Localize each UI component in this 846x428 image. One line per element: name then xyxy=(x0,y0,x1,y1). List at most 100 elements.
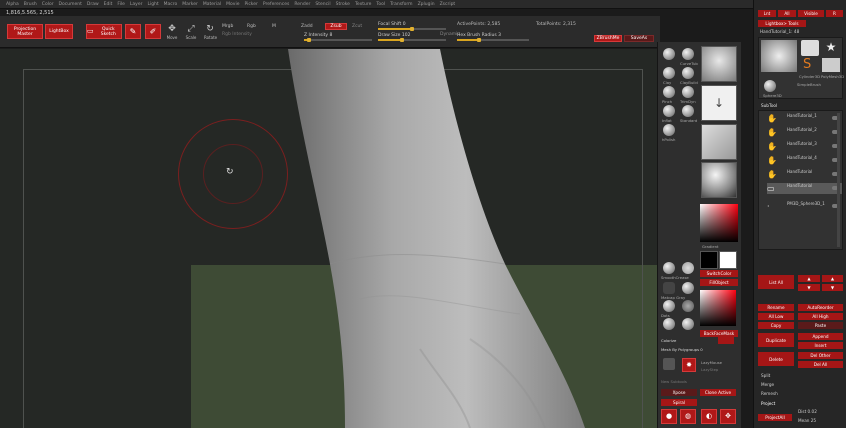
material-swatch-4[interactable] xyxy=(663,300,675,312)
menu-material[interactable]: Material xyxy=(203,2,221,7)
tab-visible[interactable]: Visible xyxy=(798,10,824,17)
move-up-button[interactable]: ▲ xyxy=(798,275,820,282)
stroke-preview[interactable]: ↓ xyxy=(701,85,737,121)
material-swatch-7[interactable] xyxy=(682,318,694,330)
subtool-row-3[interactable]: ✋ HandTutorial_4 xyxy=(767,155,842,166)
menu-light[interactable]: Light xyxy=(147,2,158,7)
tab-all[interactable]: All xyxy=(778,10,796,17)
colorize-toggle[interactable] xyxy=(718,337,734,344)
material-swatch-5[interactable] xyxy=(682,300,694,312)
menu-transform[interactable]: Transform xyxy=(390,2,412,7)
thumb-cylinder[interactable] xyxy=(801,40,819,56)
subtool-row-1[interactable]: ✋ HandTutorial_2 xyxy=(767,127,842,138)
color-picker-secondary[interactable] xyxy=(700,290,736,326)
copy-button[interactable]: Copy xyxy=(758,322,794,329)
move-up-alt-button[interactable]: ▲ xyxy=(822,275,843,282)
menu-file[interactable]: File xyxy=(117,2,125,7)
move-down-button[interactable]: ▼ xyxy=(798,284,820,291)
thumb-star[interactable]: ★ xyxy=(822,40,840,56)
mesh-polygroups-label[interactable]: Mesh By Polygroups 0 xyxy=(661,347,703,352)
solo-button[interactable]: ● xyxy=(661,409,677,424)
menu-brush[interactable]: Brush xyxy=(24,2,37,7)
menu-stencil[interactable]: Stencil xyxy=(315,2,330,7)
main-color-swatch[interactable] xyxy=(700,251,718,269)
lazy-mouse-button[interactable]: ✸ xyxy=(682,358,696,372)
mean-slider[interactable]: Mean 25 xyxy=(798,418,816,423)
insert-button[interactable]: Insert xyxy=(798,342,843,349)
color-picker[interactable] xyxy=(700,204,738,242)
lightbox-tools-button[interactable]: Lightbox> Tools xyxy=(758,20,806,27)
menu-alpha[interactable]: Alpha xyxy=(6,2,19,7)
rotate-tool[interactable]: ↻ Rotate xyxy=(204,24,217,42)
brush-pinch[interactable] xyxy=(682,67,694,79)
rename-button[interactable]: Rename xyxy=(758,304,794,311)
switch-color-button[interactable]: SwitchColor xyxy=(700,270,738,277)
menu-texture[interactable]: Texture xyxy=(355,2,371,7)
dist-slider[interactable]: Dist 0.02 xyxy=(798,409,817,414)
move-down-alt-button[interactable]: ▼ xyxy=(822,284,843,291)
document-canvas[interactable]: ↻ xyxy=(0,49,657,428)
mrgb-toggle[interactable]: Mrgb xyxy=(222,24,233,29)
draw-size-slider[interactable]: Draw Size 102 xyxy=(378,33,446,42)
tab-r[interactable]: R xyxy=(826,10,843,17)
all-low-button[interactable]: All Low xyxy=(758,313,794,320)
brush-inflat[interactable] xyxy=(682,86,694,98)
back-face-mask-button[interactable]: BackFaceMask xyxy=(700,330,738,337)
material-swatch-3[interactable] xyxy=(682,282,694,294)
focal-shift-slider[interactable]: Focal Shift 0 xyxy=(378,22,446,31)
project-all-button[interactable]: ProjectAll xyxy=(758,414,792,421)
del-all-button[interactable]: Del All xyxy=(798,361,843,368)
lightbox-button[interactable]: LightBox xyxy=(45,24,73,39)
clone-active-button[interactable]: Clone Active xyxy=(700,389,736,396)
brush-move[interactable] xyxy=(663,124,675,136)
menu-document[interactable]: Document xyxy=(59,2,82,7)
menu-movie[interactable]: Movie xyxy=(226,2,239,7)
thumb-polymesh[interactable] xyxy=(822,58,840,72)
subtool-scrollbar[interactable] xyxy=(837,113,840,247)
thumb-sphere[interactable] xyxy=(764,80,776,92)
split-section[interactable]: Split xyxy=(761,373,770,378)
duplicate-button[interactable]: Duplicate xyxy=(758,333,794,347)
menu-render[interactable]: Render xyxy=(294,2,310,7)
material-swatch-2[interactable] xyxy=(663,282,675,294)
menu-macro[interactable]: Macro xyxy=(164,2,178,7)
secondary-color-swatch[interactable] xyxy=(719,251,737,269)
projection-master-button[interactable]: Projection Master xyxy=(7,24,43,39)
transp-button[interactable]: ◍ xyxy=(680,409,696,424)
move-tool[interactable]: ✥ Move xyxy=(166,24,178,42)
xpose-button[interactable]: Xpose xyxy=(661,389,697,396)
brush-standard[interactable] xyxy=(663,105,675,117)
menu-zscript[interactable]: Zscript xyxy=(440,2,456,7)
subtool-title[interactable]: SubTool xyxy=(761,103,777,108)
rgb-toggle[interactable]: Rgb xyxy=(247,24,256,29)
material-swatch-6[interactable] xyxy=(663,318,675,330)
menu-preferences[interactable]: Preferences xyxy=(263,2,289,7)
menu-stroke[interactable]: Stroke xyxy=(336,2,350,7)
merge-section[interactable]: Merge xyxy=(761,382,774,387)
auto-reorder-button[interactable]: AutoReorder xyxy=(798,304,843,311)
sculpt-model-hand[interactable] xyxy=(0,49,657,428)
menu-tool[interactable]: Tool xyxy=(376,2,385,7)
menu-layer[interactable]: Layer xyxy=(130,2,143,7)
project-section[interactable]: Project xyxy=(761,401,775,406)
delete-button[interactable]: Delete xyxy=(758,352,794,366)
save-as-button[interactable]: SaveAs xyxy=(624,35,654,42)
brush-claybuild[interactable] xyxy=(663,67,675,79)
draw-mode-button[interactable]: ✐ xyxy=(145,24,161,39)
zbrush-me-button[interactable]: ZBrushMe xyxy=(594,35,622,42)
menu-zplugin[interactable]: Zplugin xyxy=(418,2,435,7)
append-button[interactable]: Append xyxy=(798,333,843,340)
menu-picker[interactable]: Picker xyxy=(244,2,257,7)
menu-marker[interactable]: Marker xyxy=(182,2,198,7)
menu-draw[interactable]: Draw xyxy=(87,2,99,7)
subtool-row-5[interactable]: · PM3D_Sphere3D_1 xyxy=(767,201,842,212)
alpha-preview[interactable] xyxy=(701,124,737,160)
subtool-row-0[interactable]: ✋ HandTutorial_1 xyxy=(767,113,842,124)
polyf-button[interactable] xyxy=(663,358,675,370)
brush-clay[interactable] xyxy=(682,48,694,60)
material-swatch-1[interactable] xyxy=(682,262,694,274)
brush-curvetube[interactable] xyxy=(663,48,675,60)
fill-object-button[interactable]: FillObject xyxy=(700,279,738,286)
material-preview[interactable] xyxy=(701,162,737,198)
hex-brush-radius-slider[interactable]: Hex Brush Radius 3 xyxy=(457,33,529,42)
